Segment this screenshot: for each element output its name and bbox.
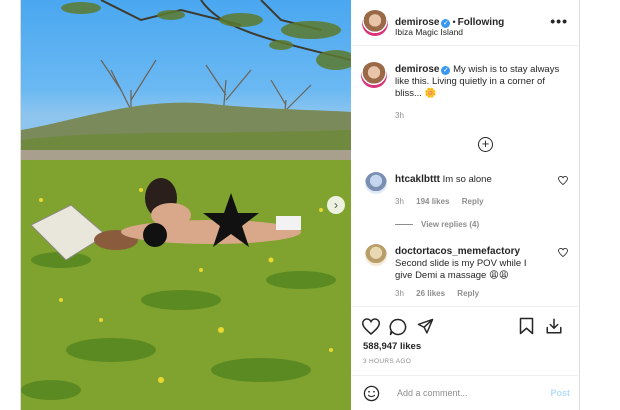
comment-input[interactable]: Add a comment... [397,388,468,398]
post-comment-button[interactable]: Post [550,388,570,398]
caption-text-block: demirose ✓ My wish is to stay always like… [395,64,573,122]
save-bookmark-icon[interactable] [519,317,534,335]
separator-dot: • [452,17,456,27]
comment-meta: 3h 26 likes Reply [395,288,545,300]
comment-username[interactable]: htcaklbttt [395,174,440,185]
load-more-comments-button[interactable]: + [478,137,493,152]
caption-time: 3h [395,111,404,120]
photo-scene [21,0,351,410]
share-icon[interactable] [417,318,434,335]
caption-username[interactable]: demirose [395,64,439,75]
emoji-icon[interactable] [363,385,380,402]
towel [276,216,301,230]
reply-button[interactable]: Reply [462,197,484,206]
caption-emoji: 🌼 [424,88,437,99]
censor-circle [143,223,167,247]
comment-meta: 3h 194 likes Reply [395,196,545,208]
comment-time: 3h [395,289,404,298]
post-sidebar: demirose ✓ • Following Ibiza Magic Island •… [351,0,580,410]
post-actions: 588,947 likes 3 HOURS AGO Add a comment.… [351,306,580,410]
next-slide-button[interactable]: › [327,196,345,214]
commenter-avatar[interactable] [365,172,387,194]
post-photo[interactable]: › [21,0,351,410]
tree-leaves [61,2,351,70]
comment-composer: Add a comment... Post [351,375,580,410]
following-button[interactable]: Following [458,17,505,28]
view-replies-button[interactable]: View replies (4) [395,220,479,229]
comment-likes[interactable]: 26 likes [416,289,445,298]
comment-time: 3h [395,197,404,206]
download-icon[interactable] [545,317,563,335]
comment-text: Second slide is my POV while I give Demi… [395,258,527,281]
post-location[interactable]: Ibiza Magic Island [395,27,463,37]
comment-body: doctortacos_memefactory Second slide is … [395,246,545,300]
comment-text: Im so alone [442,174,492,185]
reply-button[interactable]: Reply [457,289,479,298]
comment-like-icon[interactable] [558,248,568,257]
post-modal: › demirose ✓ • Following Ibiza Magic Island… [20,0,580,410]
comment-username[interactable]: doctortacos_memefactory [395,246,520,257]
comment-body: htcaklbttt Im so alone 3h 194 likes Repl… [395,174,545,208]
more-options-icon[interactable]: ••• [550,13,568,29]
verified-icon: ✓ [441,66,451,75]
comment-icon[interactable] [389,318,407,336]
comment-like-icon[interactable] [558,176,568,185]
post-timestamp[interactable]: 3 HOURS AGO [363,358,411,365]
commenter-avatar[interactable] [365,244,387,266]
post-header: demirose ✓ • Following Ibiza Magic Island •… [351,0,580,46]
like-icon[interactable] [362,318,380,335]
comment-likes[interactable]: 194 likes [416,197,449,206]
caption-avatar[interactable] [361,62,387,88]
author-avatar[interactable] [362,10,388,36]
likes-count[interactable]: 588,947 likes [363,341,421,352]
